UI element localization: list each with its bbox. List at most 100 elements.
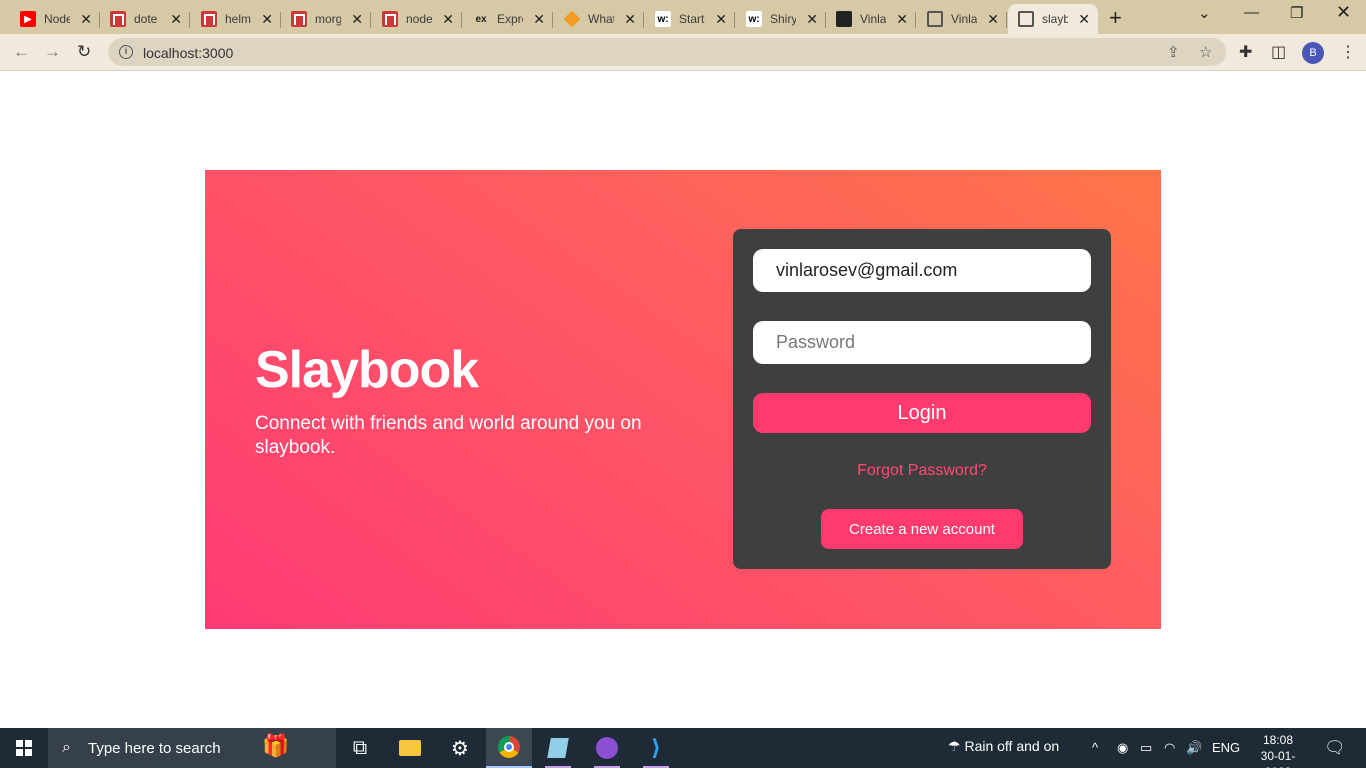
- email-field[interactable]: [753, 249, 1091, 292]
- close-tab-icon[interactable]: ✕: [261, 11, 273, 27]
- browser-tab[interactable]: node ✕: [372, 4, 462, 34]
- close-tab-icon[interactable]: ✕: [80, 11, 92, 27]
- windows-start-icon[interactable]: [16, 740, 32, 756]
- browser-tab[interactable]: Vinla ✕: [826, 4, 916, 34]
- volume-icon[interactable]: 🔊: [1186, 740, 1202, 756]
- tab-separator: [461, 12, 462, 28]
- url-text[interactable]: localhost:3000: [143, 45, 233, 61]
- settings-gear-icon[interactable]: ⚙: [437, 728, 483, 768]
- new-tab-button[interactable]: +: [1109, 5, 1122, 31]
- express-icon: ex: [475, 13, 487, 25]
- browser-tab[interactable]: morg ✕: [281, 4, 371, 34]
- date-text: 30-01-2023: [1260, 749, 1296, 779]
- close-tab-icon[interactable]: ✕: [715, 11, 727, 27]
- info-icon[interactable]: i: [119, 45, 133, 59]
- tab-separator: [643, 12, 644, 28]
- browser-tab[interactable]: slayb ✕: [1008, 4, 1098, 34]
- tab-separator: [915, 12, 916, 28]
- tab-separator: [370, 12, 371, 28]
- search-icon: ⌕: [62, 739, 71, 756]
- close-tab-icon[interactable]: ✕: [533, 11, 545, 27]
- search-highlight-gift-icon[interactable]: 🎁: [262, 733, 289, 759]
- npm-icon: [110, 11, 126, 27]
- browser-tab[interactable]: ▶ Node ✕: [10, 4, 100, 34]
- chrome-icon[interactable]: [486, 728, 532, 768]
- close-tab-icon[interactable]: ✕: [170, 11, 182, 27]
- password-field[interactable]: [753, 321, 1091, 364]
- forward-icon[interactable]: →: [44, 42, 61, 62]
- npm-icon: [382, 11, 398, 27]
- browser-tab[interactable]: helm ✕: [191, 4, 281, 34]
- address-bar[interactable]: i localhost:3000 ⇪ ☆: [108, 38, 1226, 66]
- globe-icon: [927, 11, 943, 27]
- notepad-icon[interactable]: [535, 728, 581, 768]
- reload-icon[interactable]: ↻: [77, 42, 91, 62]
- browser-toolbar: ← → ↻ i localhost:3000 ⇪ ☆ ✚ ◫ B ⋮: [0, 34, 1366, 71]
- tab-title: Vinla: [951, 12, 977, 26]
- time-text: 18:08: [1262, 733, 1294, 747]
- globe-icon: [1018, 11, 1034, 27]
- tray-chevron-icon[interactable]: ^: [1092, 740, 1098, 755]
- share-icon[interactable]: ⇪: [1167, 43, 1180, 61]
- taskbar-search[interactable]: ⌕ Type here to search 🎁: [48, 728, 336, 768]
- login-button[interactable]: Login: [753, 393, 1091, 433]
- browser-tab[interactable]: What ✕: [554, 4, 644, 34]
- npm-icon: [291, 11, 307, 27]
- close-tab-icon[interactable]: ✕: [351, 11, 363, 27]
- youtube-icon: ▶: [20, 11, 36, 27]
- language-indicator[interactable]: ENG: [1212, 740, 1240, 755]
- w-icon: w:: [655, 11, 671, 27]
- npm-icon: [201, 11, 217, 27]
- weather-text: Rain off and on: [964, 738, 1060, 754]
- file-explorer-icon[interactable]: [387, 728, 433, 768]
- battery-icon[interactable]: ▭: [1140, 740, 1152, 756]
- search-placeholder[interactable]: Type here to search: [88, 740, 221, 757]
- browser-tab[interactable]: w: Start ✕: [645, 4, 735, 34]
- browser-tab[interactable]: dote ✕: [100, 4, 190, 34]
- brand-title: Slaybook: [255, 341, 479, 399]
- brand-tagline: Connect with friends and world around yo…: [255, 413, 642, 458]
- close-tab-icon[interactable]: ✕: [442, 11, 454, 27]
- hero-banner: Slaybook Connect with friends and world …: [205, 170, 1161, 629]
- bookmark-star-icon[interactable]: ☆: [1199, 43, 1212, 61]
- tab-strip: ▶Node✕dote✕helm✕morg✕node✕exExpre✕What✕w…: [0, 0, 1366, 34]
- extensions-icon[interactable]: ✚: [1239, 42, 1252, 62]
- tab-title: What: [588, 12, 614, 26]
- clock[interactable]: 18:08 30-01-2023: [1248, 732, 1308, 780]
- side-panel-icon[interactable]: ◫: [1271, 42, 1286, 62]
- create-account-button[interactable]: Create a new account: [821, 509, 1023, 549]
- close-tab-icon[interactable]: ✕: [624, 11, 636, 27]
- vscode-icon[interactable]: ⟩: [633, 728, 679, 768]
- minimize-icon[interactable]: —: [1244, 4, 1259, 21]
- tab-separator: [734, 12, 735, 28]
- back-icon[interactable]: ←: [13, 42, 30, 62]
- browser-tab[interactable]: ex Expre ✕: [463, 4, 553, 34]
- github-icon: [836, 11, 852, 27]
- tab-title: Node: [44, 12, 70, 26]
- tab-title: helm: [225, 12, 251, 26]
- tab-separator: [552, 12, 553, 28]
- forgot-password-link[interactable]: Forgot Password?: [733, 462, 1111, 480]
- menu-kebab-icon[interactable]: ⋮: [1340, 42, 1356, 62]
- task-view-icon[interactable]: ⧉: [337, 728, 383, 768]
- notification-icon[interactable]: 🗨: [1324, 738, 1346, 758]
- close-tab-icon[interactable]: ✕: [806, 11, 818, 27]
- tab-title: Expre: [497, 12, 523, 26]
- github-desktop-icon[interactable]: [584, 728, 630, 768]
- tab-separator: [1006, 12, 1007, 28]
- tab-title: Vinla: [860, 12, 886, 26]
- close-tab-icon[interactable]: ✕: [896, 11, 908, 27]
- close-window-icon[interactable]: ✕: [1336, 2, 1351, 23]
- meet-now-icon[interactable]: ◉: [1117, 740, 1128, 756]
- w-icon: w:: [746, 11, 762, 27]
- weather-widget[interactable]: ☂ Rain off and on: [948, 738, 1059, 755]
- profile-avatar[interactable]: B: [1302, 42, 1324, 64]
- tab-title: slayb: [1042, 12, 1068, 26]
- browser-tab[interactable]: Vinla ✕: [917, 4, 1007, 34]
- tab-search-chevron-icon[interactable]: ⌄: [1198, 4, 1211, 22]
- close-tab-icon[interactable]: ✕: [1078, 11, 1090, 27]
- restore-icon[interactable]: ❐: [1290, 4, 1303, 22]
- browser-tab[interactable]: w: Shiry ✕: [736, 4, 826, 34]
- wifi-icon[interactable]: ◠: [1164, 740, 1175, 756]
- close-tab-icon[interactable]: ✕: [987, 11, 999, 27]
